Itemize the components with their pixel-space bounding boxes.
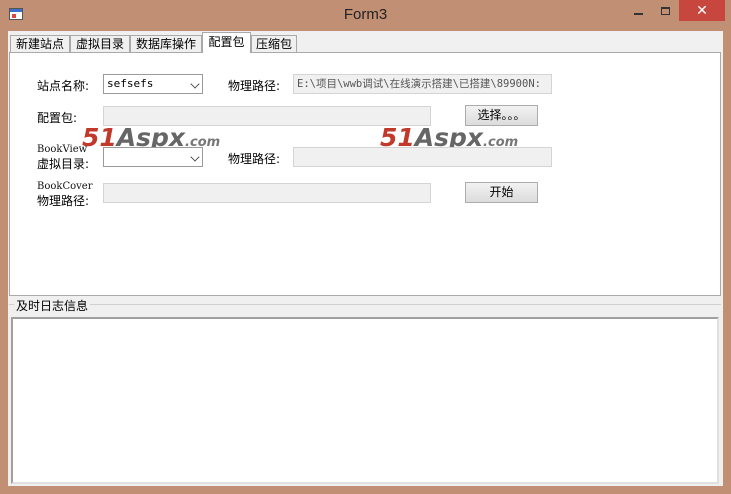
- tab-config-pack[interactable]: 配置包: [202, 32, 251, 53]
- close-icon: ✕: [696, 2, 708, 19]
- virtual-dir-label: 虚拟目录:: [37, 157, 90, 171]
- tab-new-site[interactable]: 新建站点: [10, 35, 70, 53]
- tab-virtual-dir[interactable]: 虚拟目录: [70, 35, 130, 53]
- physical-path-label: 物理路径:: [228, 79, 281, 93]
- bookview-label: BookView: [37, 144, 88, 155]
- minimize-button[interactable]: [625, 0, 652, 21]
- tab-zip-pack[interactable]: 压缩包: [251, 35, 297, 53]
- chevron-down-icon[interactable]: [190, 152, 200, 162]
- window-title: Form3: [343, 6, 388, 23]
- select-button[interactable]: 选择。。。: [465, 105, 538, 126]
- bookcover-label: BookCover: [37, 181, 93, 192]
- start-button[interactable]: 开始: [465, 182, 538, 203]
- maximize-button[interactable]: [652, 0, 679, 21]
- close-button[interactable]: ✕: [679, 0, 725, 21]
- config-pack-field[interactable]: [103, 106, 431, 126]
- bookcover-path-label: 物理路径:: [37, 194, 90, 208]
- physical-path2-field[interactable]: [293, 147, 552, 167]
- physical-path-field[interactable]: E:\项目\wwb调试\在线演示搭建\已搭建\89900N:: [293, 74, 552, 94]
- tab-database[interactable]: 数据库操作: [130, 35, 202, 53]
- log-group: 及时日志信息: [9, 297, 721, 486]
- log-textbox[interactable]: [11, 317, 719, 484]
- bookcover-path-field[interactable]: [103, 183, 431, 203]
- site-name-value: sefsefs: [107, 77, 154, 90]
- site-name-combo[interactable]: sefsefs: [103, 74, 203, 94]
- client-area: 新建站点 虚拟目录 数据库操作 配置包 压缩包 51Aspx.com 51Asp…: [8, 31, 723, 486]
- log-group-title: 及时日志信息: [14, 297, 91, 314]
- physical-path2-label: 物理路径:: [228, 152, 281, 166]
- maximize-icon: [661, 6, 670, 15]
- minimize-icon: [634, 12, 643, 15]
- virtual-dir-combo[interactable]: [103, 147, 203, 167]
- site-name-label: 站点名称:: [37, 79, 90, 93]
- title-bar: Form3 ✕: [0, 0, 731, 31]
- chevron-down-icon[interactable]: [190, 79, 200, 89]
- tab-panel-config-pack: 51Aspx.com 51Aspx.com 站点名称: sefsefs 物理路径…: [9, 52, 721, 296]
- config-pack-label: 配置包:: [37, 111, 78, 125]
